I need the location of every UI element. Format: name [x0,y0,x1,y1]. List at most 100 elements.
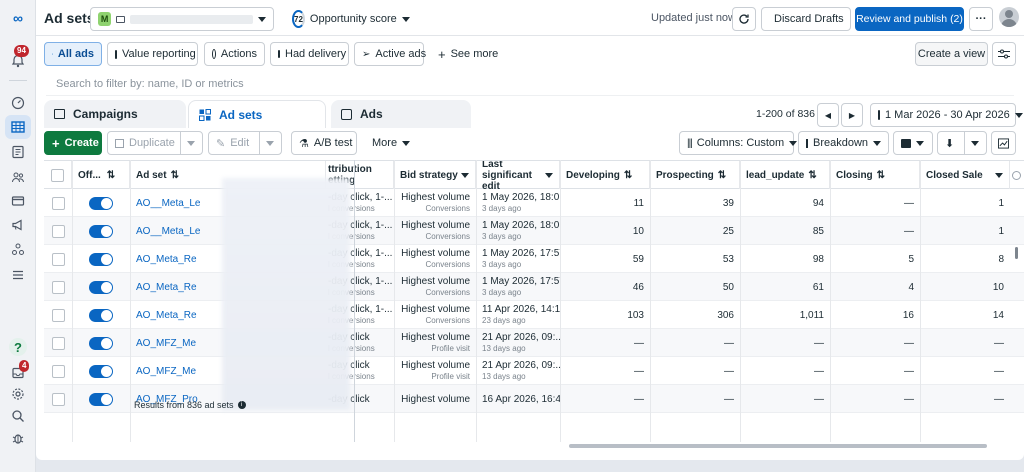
column-header-prospecting[interactable]: Prospecting ⇅ [650,161,740,189]
search-icon[interactable] [9,407,27,425]
delivery-toggle[interactable] [89,336,113,350]
export-dropdown[interactable]: ⬇ [937,131,987,155]
bid-strategy-cell: Highest volume Conversions [394,217,476,245]
user-avatar[interactable] [999,7,1019,27]
table-row[interactable]: AO_MFZ_Me-day clickl conversionsHighest … [44,329,1024,357]
create-view-button[interactable]: Create a view [915,42,988,66]
row-checkbox[interactable] [51,364,65,378]
column-header-off[interactable]: Off... ⇅ [72,161,130,189]
filter-active-ads[interactable]: ➢ Active ads [354,42,426,66]
account-selector[interactable]: M [90,7,274,31]
billing-card-icon[interactable] [9,192,27,210]
ad-set-name-link[interactable]: AO_MFZ_Me [136,366,196,377]
search-input[interactable]: Search to filter by: name, ID or metrics [56,78,244,90]
reports-dropdown[interactable] [893,131,933,155]
column-header-closing[interactable]: Closing ⇅ [830,161,920,189]
column-header-last-edit[interactable]: Last significant edit [476,161,560,192]
refresh-button[interactable] [732,7,756,31]
add-column-button[interactable] [1010,161,1024,189]
delivery-toggle[interactable] [89,364,113,378]
menu-hamburger-icon[interactable] [9,266,27,284]
tab-ad-sets[interactable]: Ad sets [188,100,326,128]
horizontal-scrollbar[interactable] [569,444,987,448]
developing-cell: — [634,365,644,377]
more-actions-button[interactable]: More [364,131,418,155]
discard-drafts-button[interactable]: Discard Drafts [761,7,851,31]
column-header-closed-sale[interactable]: Closed Sale [920,161,1010,189]
breakdown-dropdown[interactable]: Breakdown [798,131,889,155]
table-row[interactable]: AO_MFZ_Me-day clickl conversionsHighest … [44,357,1024,385]
ad-set-name-link[interactable]: AO_Meta_Re [136,282,197,293]
reports-book-icon[interactable] [9,143,27,161]
ad-set-name-link[interactable]: AO_Meta_Re [136,254,197,265]
megaphone-icon[interactable] [9,216,27,234]
select-all-checkbox[interactable] [51,168,64,182]
delivery-toggle[interactable] [89,308,113,322]
table-row[interactable]: AO_Meta_Re -day click, 1-... l conversions… [44,273,1024,301]
prospecting-cell: 25 [722,225,734,237]
search-filter-bar[interactable]: Search to filter by: name, ID or metrics [46,72,1014,96]
prospecting-cell: — [724,337,734,349]
edit-subtext: 3 days ago [482,204,522,213]
ad-set-name-link[interactable]: AO__Meta_Le [136,226,201,237]
help-question-icon[interactable]: ? [9,338,27,356]
ad-square-icon [341,108,352,120]
ad-set-name-link[interactable]: AO_Meta_Re [136,310,197,321]
table-row[interactable]: AO__Meta_Le -day click, 1-... l conversion… [44,217,1024,245]
ab-test-button[interactable]: ⚗ A/B test [291,131,357,155]
row-checkbox[interactable] [51,224,65,238]
next-page-button[interactable]: ▶ [841,103,863,127]
tab-ads[interactable]: Ads [331,100,471,128]
filter-settings-button[interactable] [992,42,1016,66]
dashboard-gauge-icon[interactable] [9,94,27,112]
create-button[interactable]: + Create [44,131,102,155]
bid-strategy-cell: Highest volume Conversions [394,245,476,273]
ad-set-name-link[interactable]: AO__Meta_Le [136,198,201,209]
filter-value-reporting[interactable]: Value reporting [107,42,198,66]
filter-all-ads[interactable]: All ads [44,42,102,66]
prev-page-button[interactable]: ◀ [817,103,839,127]
filter-had-delivery[interactable]: Had delivery [270,42,349,66]
table-row[interactable]: AO__Meta_Le -day click, 1-... l conversion… [44,189,1024,217]
edit-text: 21 Apr 2026, 09:... [482,360,560,371]
events-manager-icon[interactable] [9,240,27,258]
info-icon[interactable]: i [237,401,246,409]
bug-report-icon[interactable] [9,429,27,447]
row-checkbox[interactable] [51,252,65,266]
column-header-lead-update[interactable]: lead_update ⇅ [740,161,830,189]
charts-button[interactable] [991,131,1016,155]
delivery-toggle[interactable] [89,252,113,266]
column-header-developing[interactable]: Developing ⇅ [560,161,650,189]
audiences-icon[interactable] [9,168,27,186]
chevron-right-icon: ▶ [848,110,856,120]
see-more-filters[interactable]: + See more [430,42,498,66]
edit-button[interactable]: ✎ Edit [208,131,282,155]
table-row[interactable]: AO_Meta_Re -day click, 1-... l conversions… [44,245,1024,273]
tab-campaigns[interactable]: Campaigns [44,100,186,128]
date-range-picker[interactable]: 1 Mar 2026 - 30 Apr 2026 [870,103,1023,127]
column-header-bid-strategy[interactable]: Bid strategy [394,161,476,189]
delivery-toggle[interactable] [89,196,113,210]
opportunity-score-dropdown[interactable]: 72 Opportunity score [284,7,410,31]
review-publish-button[interactable]: Review and publish (2) [855,7,964,31]
developing-cell: — [634,337,644,349]
delivery-toggle[interactable] [89,280,113,294]
vertical-scrollbar[interactable] [1015,247,1018,259]
row-checkbox[interactable] [51,308,65,322]
delivery-toggle[interactable] [89,224,113,238]
bid-text: Highest volume [401,332,470,343]
ad-set-name-link[interactable]: AO_MFZ_Me [136,338,196,349]
row-checkbox[interactable] [51,196,65,210]
more-options-button[interactable]: ··· [969,7,993,31]
columns-dropdown[interactable]: ||| Columns: Custom [679,131,798,155]
filter-actions[interactable]: Actions [204,42,265,66]
prospecting-cell: 39 [722,197,734,209]
row-checkbox[interactable] [51,336,65,350]
meta-logo-icon[interactable]: ∞ [9,9,27,27]
table-row[interactable]: AO_Meta_Re -day click, 1-... l conversions… [44,301,1024,329]
row-checkbox[interactable] [51,280,65,294]
duplicate-button[interactable]: Duplicate [107,131,203,155]
bid-subtext: Conversions [425,288,470,297]
settings-gear-icon[interactable] [9,385,27,403]
ads-manager-table-icon[interactable] [5,115,31,139]
